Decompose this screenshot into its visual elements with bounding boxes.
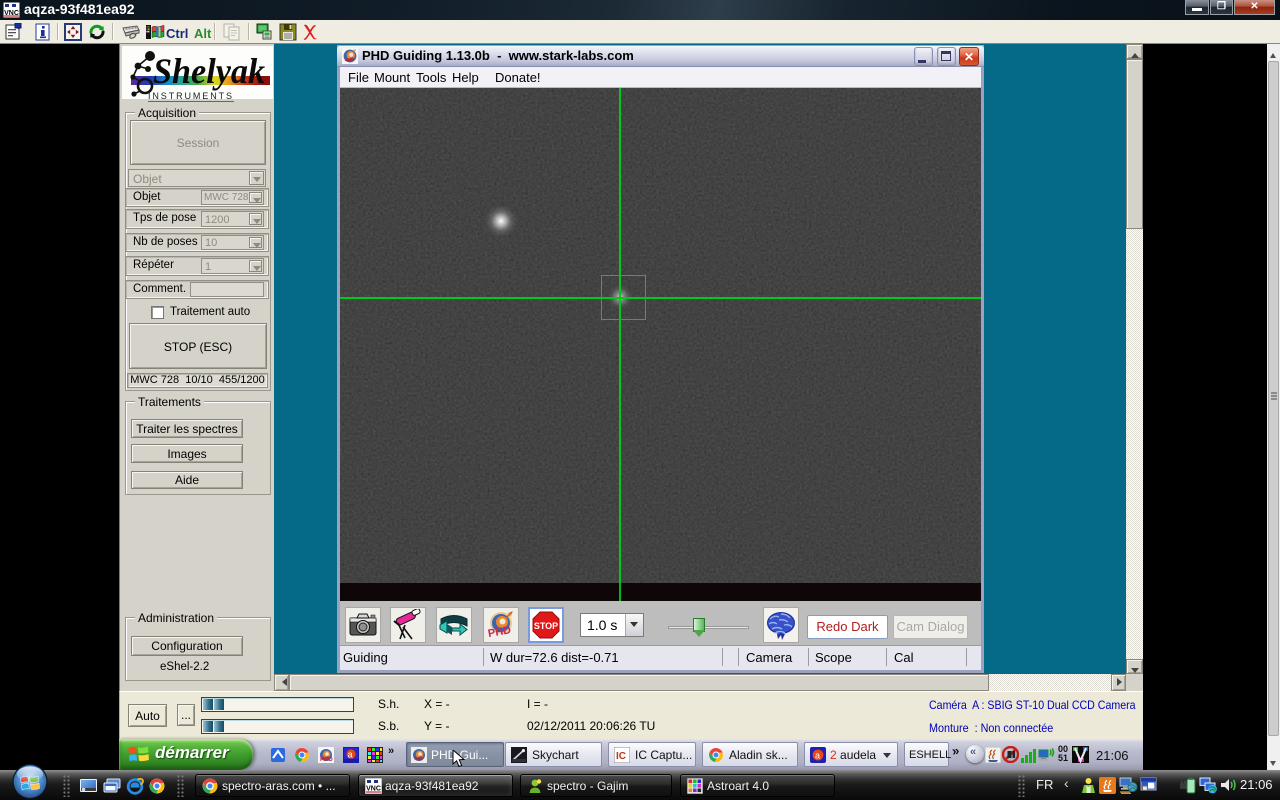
svg-text:a: a	[348, 749, 353, 759]
svg-text:IC: IC	[616, 751, 626, 762]
svg-text:PHD: PHD	[320, 757, 333, 763]
svg-text:a: a	[815, 750, 820, 760]
svg-text:STOP: STOP	[534, 621, 558, 631]
